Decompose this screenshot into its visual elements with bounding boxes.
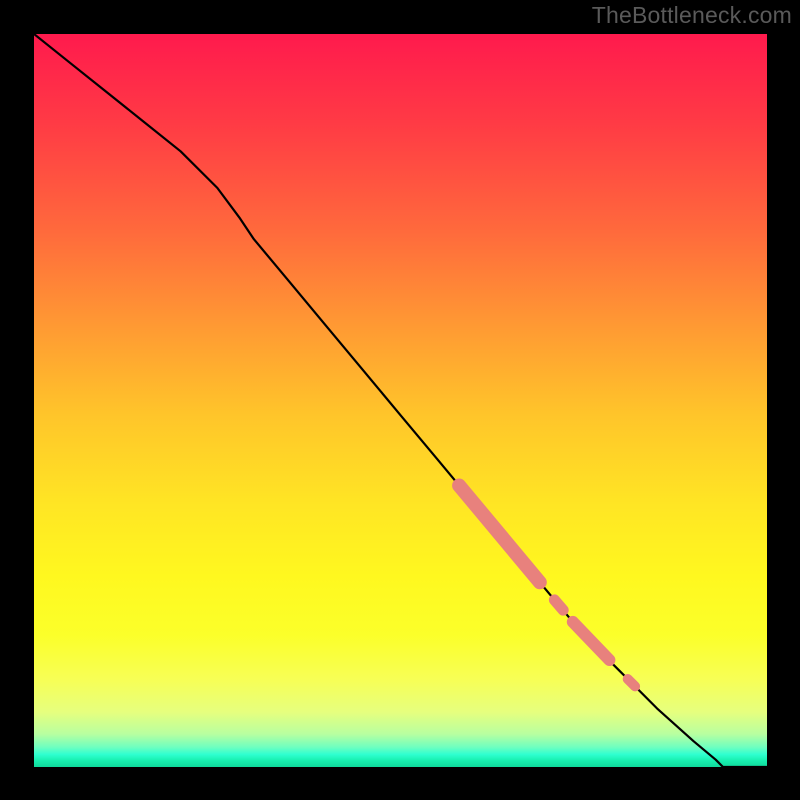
main-curve — [34, 34, 767, 767]
plot-area — [34, 34, 767, 767]
highlighted-segments — [459, 486, 635, 687]
chart-overlay — [34, 34, 767, 767]
attribution-label: TheBottleneck.com — [592, 2, 792, 29]
chart-frame: TheBottleneck.com — [0, 0, 800, 800]
segment-d — [628, 679, 635, 686]
segment-b — [554, 600, 563, 610]
segment-a — [459, 486, 540, 583]
segment-c — [573, 622, 610, 660]
